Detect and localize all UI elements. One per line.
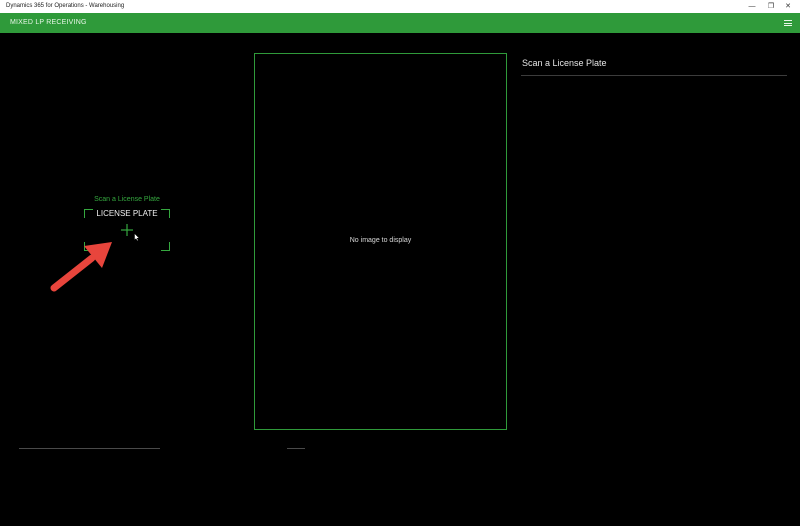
info-heading: Scan a License Plate — [522, 58, 607, 68]
hamburger-icon[interactable] — [784, 20, 792, 26]
no-image-text: No image to display — [349, 237, 412, 244]
license-plate-label: LICENSE PLATE — [96, 209, 158, 218]
window-title-bar: Dynamics 365 for Operations - Warehousin… — [0, 0, 800, 13]
app-header: MIXED LP RECEIVING — [0, 13, 800, 33]
page-title: MIXED LP RECEIVING — [10, 19, 87, 26]
scan-hint-label: Scan a License Plate — [94, 196, 160, 203]
close-button[interactable]: ✕ — [776, 0, 800, 13]
mouse-cursor-icon — [134, 228, 140, 242]
field-corner-bottom-right — [161, 242, 170, 251]
plus-icon[interactable] — [120, 223, 134, 237]
field-underline-short — [287, 448, 305, 449]
field-underline — [19, 448, 160, 449]
annotation-arrow-icon — [46, 236, 116, 296]
app-window: Dynamics 365 for Operations - Warehousin… — [0, 0, 800, 526]
info-divider — [521, 75, 787, 76]
window-title: Dynamics 365 for Operations - Warehousin… — [6, 3, 125, 9]
image-display-panel: No image to display — [254, 53, 507, 430]
